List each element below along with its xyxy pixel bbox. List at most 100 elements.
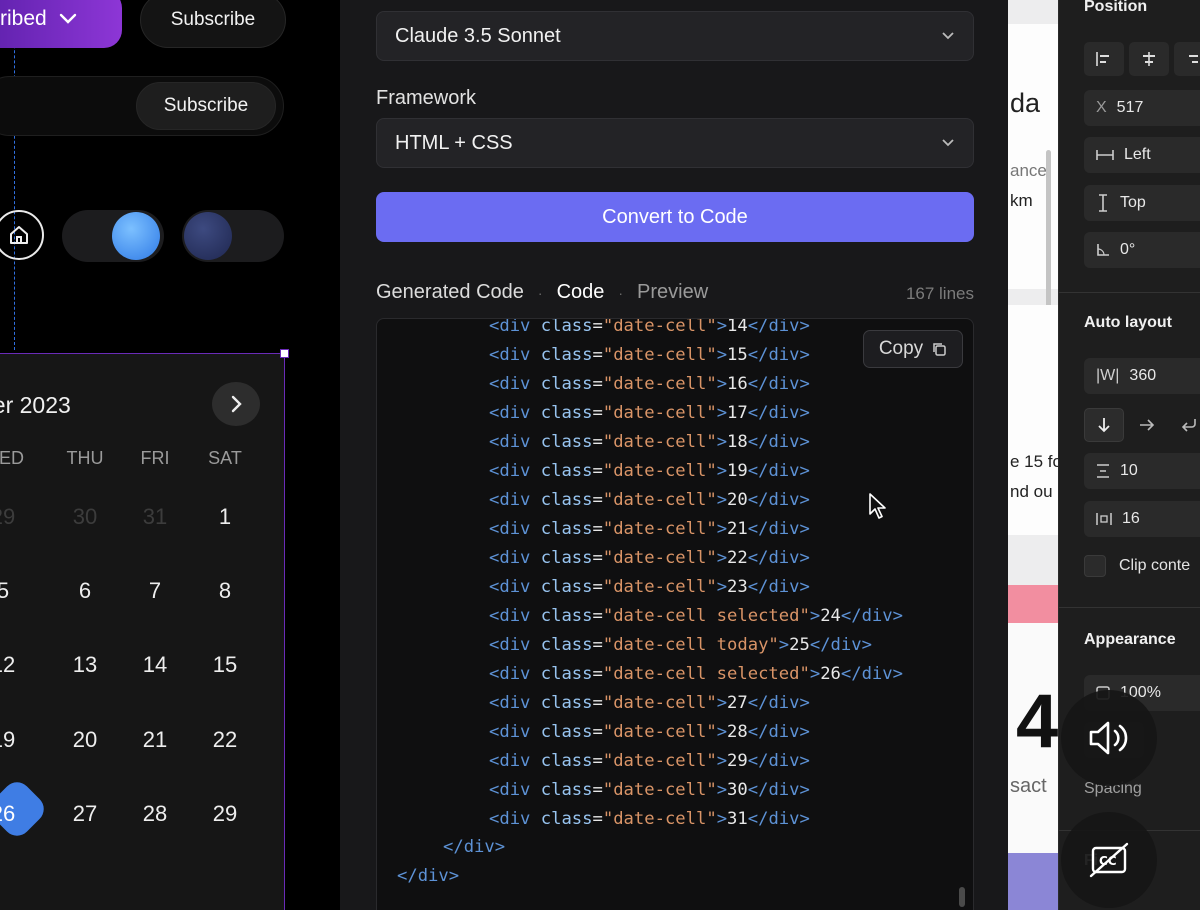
model-select[interactable]: Claude 3.5 Sonnet bbox=[376, 11, 974, 61]
code-line: <div class="date-cell">29</div> bbox=[489, 751, 810, 771]
code-generator-panel: Claude 3.5 Sonnet Framework HTML + CSS C… bbox=[340, 0, 1008, 910]
generated-code-title: Generated Code bbox=[376, 281, 524, 303]
calendar-month-title: ber 2023 bbox=[0, 392, 71, 418]
gap-value: 10 bbox=[1120, 462, 1138, 479]
code-closing-inner: </div> bbox=[443, 837, 506, 857]
closed-captions-off-icon: CC bbox=[1089, 842, 1129, 878]
home-button[interactable] bbox=[0, 210, 44, 260]
live-preview: da ance km e 15 fo nd ou 4 sact bbox=[1008, 0, 1058, 910]
toggle-off[interactable] bbox=[182, 210, 284, 262]
vertical-constraint-select[interactable]: Top ▾ bbox=[1084, 185, 1200, 221]
preview-text: sact bbox=[1010, 775, 1047, 797]
calendar-day[interactable]: 5 bbox=[0, 578, 28, 604]
code-line: <div class="date-cell">17</div> bbox=[489, 403, 810, 423]
clip-content-checkbox[interactable] bbox=[1084, 555, 1106, 577]
calendar-day[interactable]: 21 bbox=[130, 727, 180, 753]
appearance-section-title: Appearance bbox=[1084, 631, 1176, 648]
convert-to-code-button[interactable]: Convert to Code bbox=[376, 192, 974, 242]
width-input[interactable]: |W| 360 ▾ bbox=[1084, 358, 1200, 394]
align-left-button[interactable] bbox=[1084, 42, 1124, 76]
subscribe-button-top[interactable]: Subscribe bbox=[140, 0, 286, 48]
next-month-button[interactable] bbox=[212, 382, 260, 426]
preview-text: e 15 fo bbox=[1010, 452, 1058, 471]
preview-accent-bar bbox=[1008, 585, 1058, 623]
calendar-day[interactable]: 28 bbox=[130, 801, 180, 827]
code-closing-outer: </div> bbox=[397, 866, 460, 886]
design-canvas[interactable]: ribed Subscribe Subscribe ber 2023 WED T… bbox=[0, 0, 340, 910]
x-label: X bbox=[1096, 99, 1107, 116]
code-line: <div class="date-cell">16</div> bbox=[489, 374, 810, 394]
code-scrollbar[interactable] bbox=[959, 887, 965, 907]
code-line: <div class="date-cell">28</div> bbox=[489, 722, 810, 742]
calendar-day[interactable]: 29 bbox=[0, 504, 28, 530]
clip-content-label: Clip conte bbox=[1119, 557, 1191, 574]
section-divider bbox=[1059, 607, 1200, 608]
rotation-icon bbox=[1097, 244, 1109, 256]
calendar-day[interactable]: 26 bbox=[0, 801, 28, 827]
tab-preview[interactable]: Preview bbox=[637, 281, 708, 304]
calendar-day[interactable]: 1 bbox=[200, 504, 250, 530]
align-left-icon bbox=[1096, 52, 1109, 66]
horizontal-constraint-select[interactable]: Left ▾ bbox=[1084, 137, 1200, 173]
align-right-button[interactable] bbox=[1174, 42, 1200, 76]
resize-handle[interactable] bbox=[280, 349, 289, 358]
padding-icon bbox=[1096, 513, 1112, 525]
tab-code[interactable]: Code bbox=[557, 281, 605, 304]
direction-wrap-button[interactable] bbox=[1169, 408, 1200, 442]
wrap-arrow-icon bbox=[1181, 419, 1196, 432]
calendar-day[interactable]: 31 bbox=[130, 504, 180, 530]
toggle-knob bbox=[184, 212, 232, 260]
subscribed-dropdown-button[interactable]: ribed bbox=[0, 0, 122, 48]
calendar-day[interactable]: 12 bbox=[0, 652, 28, 678]
direction-vertical-button[interactable] bbox=[1084, 408, 1124, 442]
align-center-button[interactable] bbox=[1129, 42, 1169, 76]
preview-big-number: 4 bbox=[1016, 679, 1058, 764]
code-line: <div class="date-cell">27</div> bbox=[489, 693, 810, 713]
vertical-constraint-icon bbox=[1099, 194, 1107, 212]
copy-icon bbox=[933, 343, 946, 356]
calendar-day[interactable]: 29 bbox=[200, 801, 250, 827]
calendar-day[interactable]: 8 bbox=[200, 578, 250, 604]
chevron-right-icon bbox=[231, 395, 242, 413]
gap-input[interactable]: 10 ▾ bbox=[1084, 453, 1200, 489]
chevron-down-icon bbox=[942, 139, 954, 147]
framework-select[interactable]: HTML + CSS bbox=[376, 118, 974, 168]
x-position-input[interactable]: X 517 bbox=[1084, 90, 1200, 126]
calendar-day[interactable]: 20 bbox=[60, 727, 110, 753]
calendar-day[interactable]: 7 bbox=[130, 578, 180, 604]
calendar-day[interactable]: 13 bbox=[60, 652, 110, 678]
calendar-frame[interactable]: ber 2023 WED THU FRI SAT 293031156781213… bbox=[0, 353, 285, 910]
calendar-day[interactable]: 15 bbox=[200, 652, 250, 678]
calendar-day[interactable]: 22 bbox=[200, 727, 250, 753]
calendar-day[interactable]: 19 bbox=[0, 727, 28, 753]
width-label: |W| bbox=[1096, 367, 1120, 384]
horizontal-constraint-value: Left bbox=[1124, 146, 1151, 163]
arrow-right-icon bbox=[1140, 419, 1155, 431]
direction-horizontal-button[interactable] bbox=[1127, 408, 1167, 442]
subscribed-label: ribed bbox=[0, 7, 47, 30]
toggle-on[interactable] bbox=[62, 210, 164, 262]
weekday-label: FRI bbox=[140, 448, 170, 468]
horizontal-constraint-icon bbox=[1096, 150, 1114, 160]
rotation-input[interactable]: 0° bbox=[1084, 232, 1200, 268]
preview-text: km bbox=[1010, 191, 1033, 210]
position-section-title: Position bbox=[1084, 0, 1148, 15]
code-editor[interactable]: <div class="date-cell">14</div> <div clas… bbox=[376, 318, 974, 910]
calendar-day[interactable]: 6 bbox=[60, 578, 110, 604]
code-line: <div class="date-cell selected">26</div> bbox=[489, 664, 903, 684]
copy-button[interactable]: Copy bbox=[863, 330, 963, 368]
calendar-day[interactable]: 30 bbox=[60, 504, 110, 530]
align-right-icon bbox=[1189, 55, 1198, 63]
calendar-day[interactable]: 27 bbox=[60, 801, 110, 827]
subscribe-button[interactable]: Subscribe bbox=[136, 82, 276, 130]
code-line: <div class="date-cell">30</div> bbox=[489, 780, 810, 800]
chevron-down-icon bbox=[59, 13, 76, 24]
code-line: <div class="date-cell">18</div> bbox=[489, 432, 810, 452]
section-divider bbox=[1059, 292, 1200, 293]
captions-button[interactable]: CC bbox=[1061, 812, 1157, 908]
mute-button[interactable] bbox=[1061, 690, 1157, 786]
padding-input[interactable]: 16 bbox=[1084, 501, 1200, 537]
calendar-day[interactable]: 14 bbox=[130, 652, 180, 678]
code-line: <div class="date-cell">19</div> bbox=[489, 461, 810, 481]
speaker-icon bbox=[1089, 721, 1128, 755]
